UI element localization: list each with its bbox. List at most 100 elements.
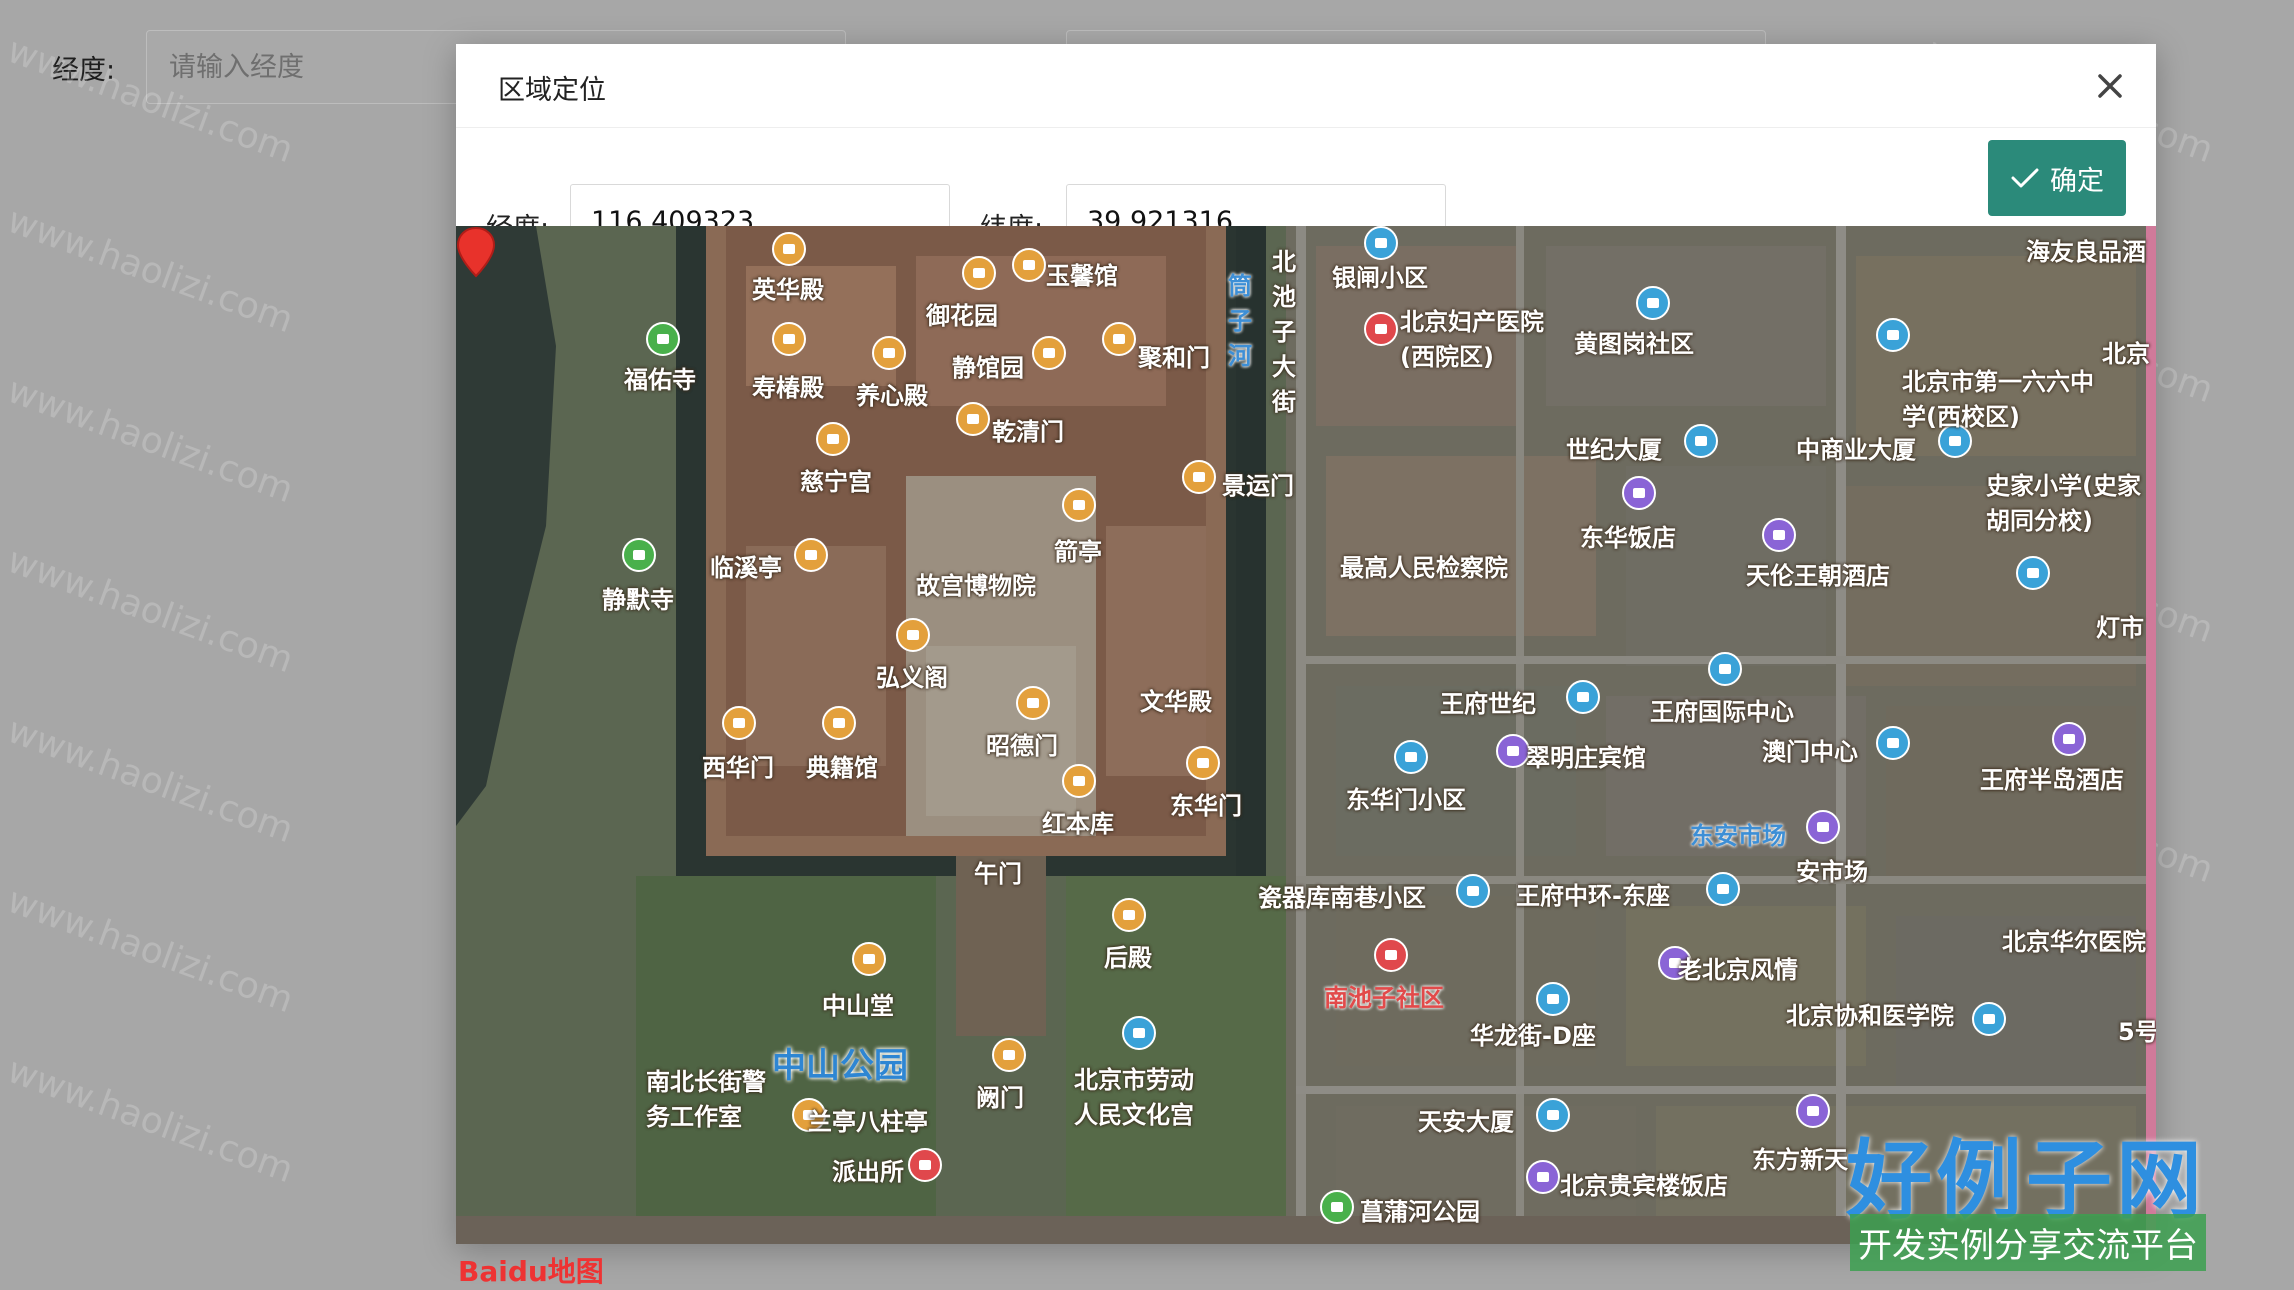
poi-icon[interactable] (992, 1038, 1026, 1072)
map-label: 天伦王朝酒店 (1746, 562, 1890, 590)
poi-icon[interactable] (1796, 1094, 1830, 1128)
poi-icon[interactable] (908, 1148, 942, 1182)
map-label: 华龙街-D座 (1470, 1022, 1596, 1050)
poi-icon[interactable] (1394, 740, 1428, 774)
poi-icon[interactable] (1364, 226, 1398, 260)
poi-icon[interactable] (956, 402, 990, 436)
map-label: 5号 (2118, 1018, 2156, 1046)
poi-icon[interactable] (1062, 764, 1096, 798)
map-label: 阙门 (976, 1084, 1024, 1112)
map-label: 南池子社区 (1324, 984, 1444, 1012)
map-label: 箭亭 (1054, 538, 1102, 566)
poi-icon[interactable] (1806, 810, 1840, 844)
dialog-header: 区域定位 (456, 44, 2156, 128)
map-label: 王府半岛酒店 (1980, 766, 2124, 794)
poi-icon[interactable] (794, 538, 828, 572)
poi-icon[interactable] (622, 538, 656, 572)
map-label: 乾清门 (992, 418, 1064, 446)
poi-icon[interactable] (1456, 874, 1490, 908)
poi-icon[interactable] (646, 322, 680, 356)
poi-icon[interactable] (816, 422, 850, 456)
poi-icon[interactable] (1762, 518, 1796, 552)
map-label: 中山公园 (772, 1046, 908, 1086)
poi-icon[interactable] (1112, 898, 1146, 932)
map-label: 天安大厦 (1418, 1108, 1514, 1136)
map-label: 北京市劳动人民文化宫 (1074, 1066, 1194, 1129)
poi-icon[interactable] (1032, 336, 1066, 370)
poi-icon[interactable] (1320, 1190, 1354, 1224)
poi-icon[interactable] (1012, 248, 1046, 282)
map-label: 弘义阁 (876, 664, 948, 692)
map-label: 英华殿 (752, 276, 824, 304)
map-label: 临溪亭 (710, 554, 782, 582)
map-label: 银闸小区 (1332, 264, 1428, 292)
map-label: 后殿 (1104, 944, 1152, 972)
confirm-button[interactable]: 确定 (1988, 140, 2126, 216)
poi-icon[interactable] (2016, 556, 2050, 590)
poi-icon[interactable] (1876, 318, 1910, 352)
map-label: 午门 (974, 860, 1022, 888)
poi-icon[interactable] (1016, 686, 1050, 720)
watermark-tagline: 开发实例分享交流平台 (1850, 1214, 2206, 1271)
poi-icon[interactable] (1102, 322, 1136, 356)
map-label: 景运门 (1222, 472, 1294, 500)
poi-icon[interactable] (1972, 1002, 2006, 1036)
poi-icon[interactable] (1566, 680, 1600, 714)
poi-icon[interactable] (872, 336, 906, 370)
poi-icon[interactable] (1708, 652, 1742, 686)
map-label: 养心殿 (856, 382, 928, 410)
bg-longitude-label: 经度: (52, 55, 116, 86)
map-label: 南北长街警务工作室 (646, 1068, 766, 1131)
map-label: 东华饭店 (1580, 524, 1676, 552)
map-label: 御花园 (926, 302, 998, 330)
map-label: 王府中环-东座 (1516, 882, 1670, 910)
map-label: 派出所 (832, 1158, 904, 1186)
map-label: 寿椿殿 (752, 374, 824, 402)
poi-icon[interactable] (1622, 476, 1656, 510)
poi-icon[interactable] (772, 322, 806, 356)
poi-icon[interactable] (2052, 722, 2086, 756)
poi-icon[interactable] (722, 706, 756, 740)
poi-icon[interactable] (1496, 734, 1530, 768)
poi-icon[interactable] (1182, 460, 1216, 494)
map-label: 筒子河 (1228, 272, 1252, 370)
poi-icon[interactable] (1536, 982, 1570, 1016)
poi-icon[interactable] (1122, 1016, 1156, 1050)
map-label: 北京协和医学院 (1786, 1002, 1954, 1030)
poi-icon[interactable] (962, 256, 996, 290)
poi-icon[interactable] (1636, 286, 1670, 320)
map-label: 聚和门 (1138, 344, 1210, 372)
map-label: 玉馨馆 (1046, 262, 1118, 290)
poi-icon[interactable] (1062, 488, 1096, 522)
poi-icon[interactable] (896, 618, 930, 652)
poi-icon[interactable] (1706, 872, 1740, 906)
region-locate-dialog: 区域定位 经度: 纬度: 确定 (456, 44, 2156, 1288)
poi-icon[interactable] (1536, 1098, 1570, 1132)
map-label: 史家小学(史家胡同分校) (1986, 472, 2141, 535)
map-label: 福佑寺 (624, 366, 696, 394)
poi-icon[interactable] (1186, 746, 1220, 780)
map-label: 王府世纪 (1440, 690, 1536, 718)
location-marker-icon[interactable] (456, 226, 496, 278)
satellite-map[interactable]: 英华殿 玉馨馆 御花园 福佑寺 寿椿殿 养心殿 静馆园 聚和门 慈宁宫 乾清门 … (456, 226, 2156, 1244)
poi-icon[interactable] (822, 706, 856, 740)
map-label: 翠明庄宾馆 (1526, 744, 1646, 772)
map-label: 东方新天 (1752, 1146, 1848, 1174)
map-label: 菖蒲河公园 (1360, 1198, 1480, 1226)
map-label: 静馆园 (952, 354, 1024, 382)
map-label: 北京市第一六六中学(西校区) (1902, 368, 2094, 431)
map-label: 东安市场 (1690, 822, 1786, 850)
map-label: 中商业大厦 (1796, 436, 1916, 464)
poi-icon[interactable] (1526, 1160, 1560, 1194)
poi-icon[interactable] (852, 942, 886, 976)
poi-icon[interactable] (1364, 312, 1398, 346)
map-label: 慈宁宫 (800, 468, 872, 496)
dialog-title: 区域定位 (498, 75, 606, 106)
map-label: 世纪大厦 (1566, 436, 1662, 464)
close-icon[interactable] (2090, 66, 2130, 106)
map-label: 兰亭八柱亭 (808, 1108, 928, 1136)
poi-icon[interactable] (772, 232, 806, 266)
poi-icon[interactable] (1374, 938, 1408, 972)
poi-icon[interactable] (1876, 726, 1910, 760)
poi-icon[interactable] (1684, 424, 1718, 458)
